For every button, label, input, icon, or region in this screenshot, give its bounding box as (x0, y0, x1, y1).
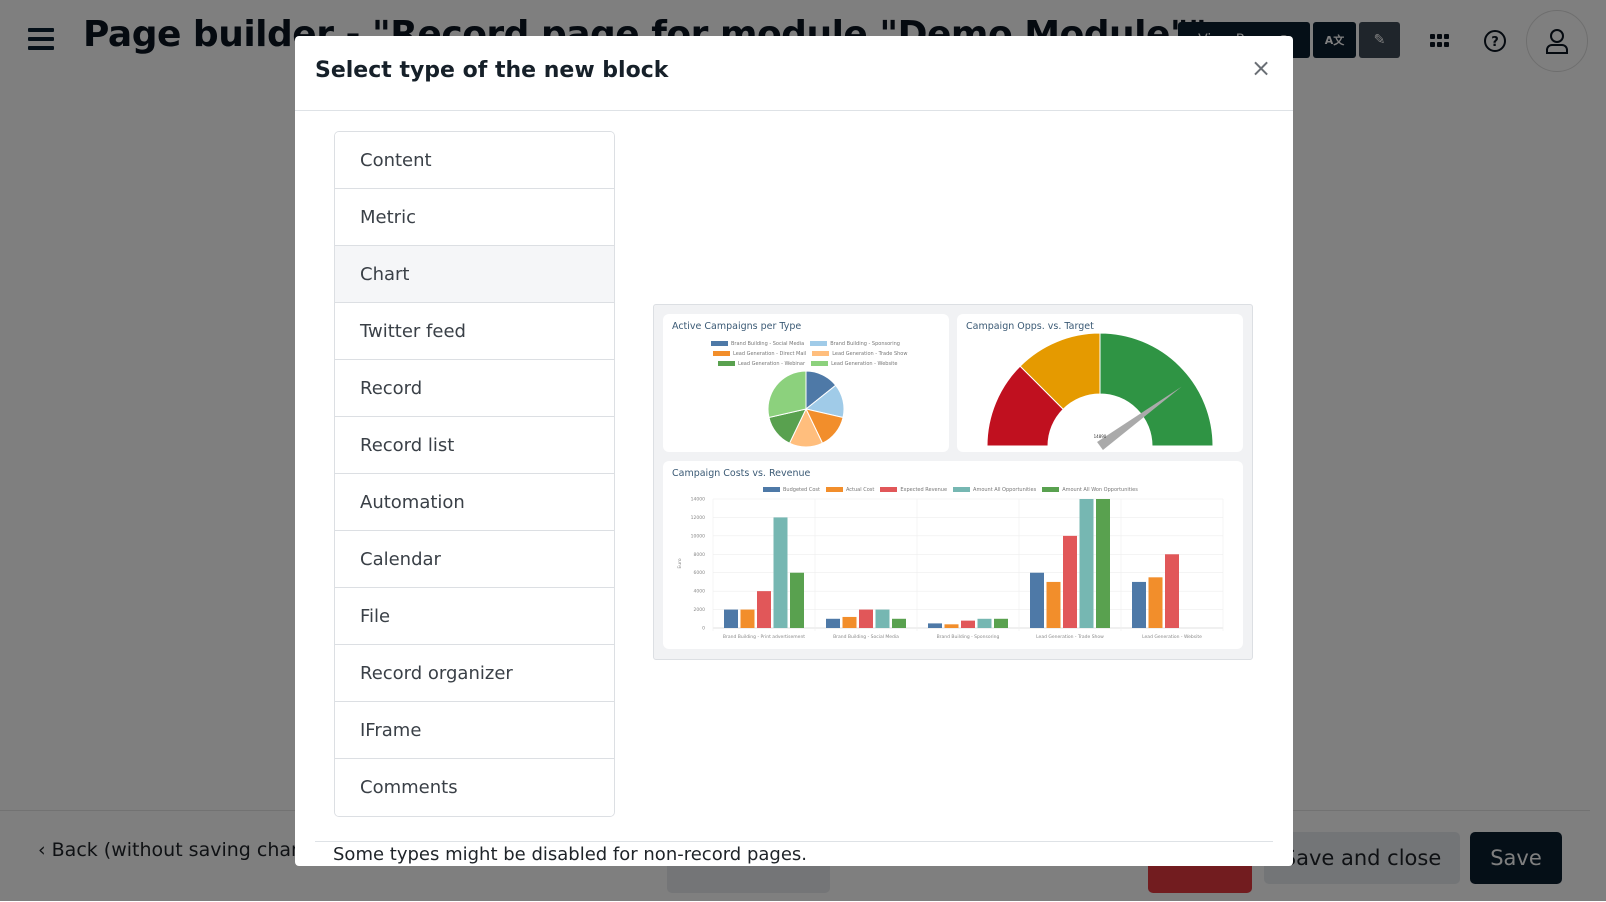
bar (928, 623, 942, 628)
bar (757, 591, 771, 628)
bar (875, 609, 890, 628)
bar (994, 618, 1008, 628)
x-tick-label: Lead Generation - Website (1142, 634, 1202, 640)
block-type-metric[interactable]: Metric (335, 189, 614, 246)
bar (961, 620, 975, 628)
pie-slice (767, 370, 807, 419)
block-type-chart[interactable]: Chart (335, 246, 614, 303)
block-type-iframe[interactable]: IFrame (335, 702, 614, 759)
block-type-calendar[interactable]: Calendar (335, 531, 614, 588)
y-tick-label: 6000 (694, 570, 706, 576)
chart-preview: Active Campaigns per Type Brand Building… (653, 304, 1253, 660)
disabled-types-note: Some types might be disabled for non-rec… (333, 844, 808, 865)
modal-footer-divider (315, 841, 1273, 842)
block-type-automation[interactable]: Automation (335, 474, 614, 531)
bar (773, 517, 788, 628)
modal-title: Select type of the new block (315, 58, 669, 83)
gauge-chart-card: Campaign Opps. vs. Target 14890 (957, 314, 1243, 452)
block-type-list: Content Metric Chart Twitter feed Record Reco… (334, 131, 615, 817)
pie-chart-card: Active Campaigns per Type Brand Building… (663, 314, 949, 452)
bar (1096, 499, 1110, 628)
block-type-content[interactable]: Content (335, 132, 614, 189)
x-tick-label: Brand Building - Print advertisement (723, 634, 805, 640)
y-tick-label: 8000 (694, 552, 706, 558)
y-tick-label: 10000 (691, 533, 705, 539)
bar (724, 609, 738, 628)
block-type-comments[interactable]: Comments (335, 759, 614, 816)
select-block-type-modal: Select type of the new block × Content Me… (295, 36, 1293, 866)
bar (790, 572, 804, 628)
bar (740, 609, 755, 628)
bar (1165, 554, 1179, 628)
x-tick-label: Brand Building - Sponsoring (937, 634, 1000, 640)
block-type-twitter-feed[interactable]: Twitter feed (335, 303, 614, 360)
bar (1030, 572, 1044, 628)
y-tick-label: 12000 (691, 515, 705, 521)
gauge-chart: 14890 (986, 332, 1214, 451)
bar-chart-card: Campaign Costs vs. Revenue Budgeted Cost… (663, 461, 1243, 649)
block-type-record-organizer[interactable]: Record organizer (335, 645, 614, 702)
block-type-record[interactable]: Record (335, 360, 614, 417)
bar (1063, 535, 1077, 628)
gauge-value-label: 14890 (1094, 434, 1107, 439)
bar (859, 609, 873, 628)
y-axis-label: Euro (677, 558, 683, 568)
bar (1132, 581, 1146, 628)
block-type-file[interactable]: File (335, 588, 614, 645)
bar (1079, 499, 1094, 628)
bar (892, 618, 906, 628)
block-type-record-list[interactable]: Record list (335, 417, 614, 474)
y-tick-label: 0 (702, 626, 705, 632)
y-tick-label: 2000 (694, 607, 706, 613)
bar (1148, 577, 1163, 628)
close-icon[interactable]: × (1249, 56, 1273, 80)
y-tick-label: 4000 (694, 589, 706, 595)
bar (1046, 581, 1061, 628)
bar (842, 616, 857, 628)
x-tick-label: Brand Building - Social Media (833, 634, 899, 640)
y-tick-label: 14000 (691, 497, 705, 503)
bar (826, 618, 840, 628)
bar-chart: 0 2000 4000 6000 8000 10000 12000 14000 Euro Bran… (677, 497, 1224, 640)
bar (977, 618, 992, 628)
modal-header: Select type of the new block × (295, 36, 1293, 111)
x-tick-label: Lead Generation - Trade Show (1036, 634, 1104, 640)
bar (944, 624, 959, 628)
pie-chart (767, 370, 845, 448)
